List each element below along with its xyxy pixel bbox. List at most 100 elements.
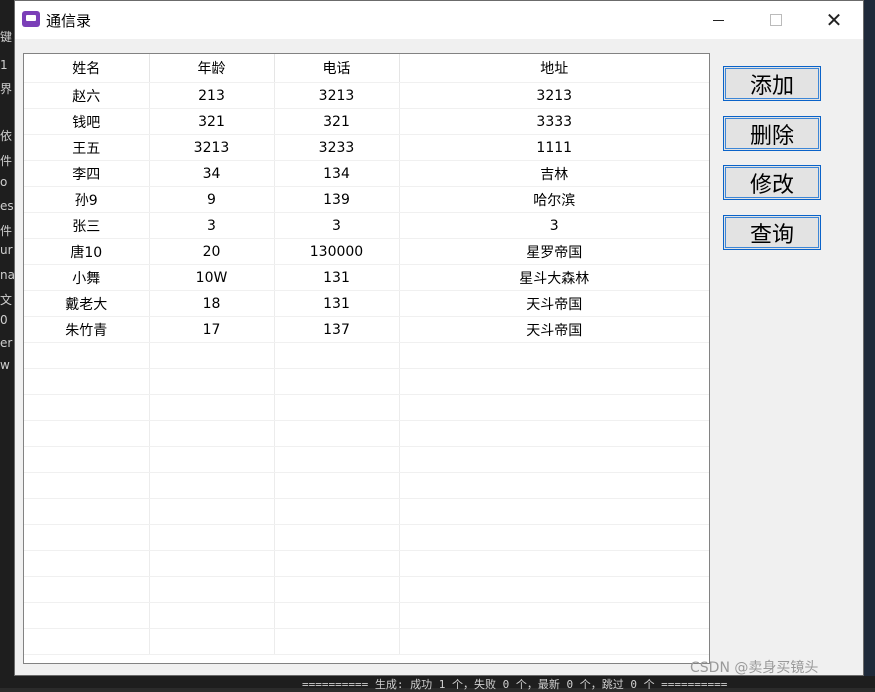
cell-phone[interactable]: 321 (274, 108, 400, 135)
cell-name[interactable]: 李四 (24, 160, 150, 187)
empty-cell[interactable] (24, 576, 150, 603)
empty-cell[interactable] (24, 498, 150, 525)
cell-address[interactable]: 吉林 (399, 160, 709, 187)
empty-cell[interactable] (274, 368, 400, 395)
empty-cell[interactable] (274, 342, 400, 369)
empty-cell[interactable] (274, 628, 400, 655)
cell-phone[interactable]: 131 (274, 290, 400, 317)
empty-table-row[interactable] (24, 576, 709, 603)
empty-cell[interactable] (399, 576, 709, 603)
empty-cell[interactable] (399, 524, 709, 551)
cell-phone[interactable]: 130000 (274, 238, 400, 265)
empty-cell[interactable] (274, 602, 400, 629)
empty-cell[interactable] (399, 368, 709, 395)
title-bar[interactable]: 通信录 ✕ (15, 1, 863, 39)
empty-cell[interactable] (274, 550, 400, 577)
cell-age[interactable]: 3 (149, 212, 275, 239)
cell-address[interactable]: 天斗帝国 (399, 316, 709, 343)
table-row[interactable]: 钱吧 321 321 3333 (24, 108, 709, 135)
empty-cell[interactable] (149, 576, 275, 603)
cell-age[interactable]: 213 (149, 82, 275, 109)
empty-table-row[interactable] (24, 368, 709, 395)
empty-cell[interactable] (149, 446, 275, 473)
empty-cell[interactable] (24, 524, 150, 551)
cell-age[interactable]: 17 (149, 316, 275, 343)
empty-cell[interactable] (24, 550, 150, 577)
empty-cell[interactable] (149, 628, 275, 655)
cell-age[interactable]: 34 (149, 160, 275, 187)
cell-age[interactable]: 10W (149, 264, 275, 291)
cell-address[interactable]: 3 (399, 212, 709, 239)
empty-cell[interactable] (399, 550, 709, 577)
cell-name[interactable]: 戴老大 (24, 290, 150, 317)
table-row[interactable]: 小舞 10W 131 星斗大森林 (24, 264, 709, 291)
close-button[interactable]: ✕ (811, 1, 857, 39)
empty-table-row[interactable] (24, 420, 709, 447)
table-row[interactable]: 朱竹青 17 137 天斗帝国 (24, 316, 709, 343)
empty-cell[interactable] (24, 602, 150, 629)
empty-cell[interactable] (149, 394, 275, 421)
cell-phone[interactable]: 3233 (274, 134, 400, 161)
empty-table-row[interactable] (24, 602, 709, 629)
cell-address[interactable]: 3333 (399, 108, 709, 135)
empty-cell[interactable] (274, 498, 400, 525)
cell-address[interactable]: 1111 (399, 134, 709, 161)
empty-cell[interactable] (399, 628, 709, 655)
empty-cell[interactable] (399, 420, 709, 447)
empty-cell[interactable] (274, 446, 400, 473)
empty-cell[interactable] (149, 524, 275, 551)
empty-table-row[interactable] (24, 550, 709, 577)
empty-table-row[interactable] (24, 446, 709, 473)
cell-phone[interactable]: 3213 (274, 82, 400, 109)
empty-cell[interactable] (274, 420, 400, 447)
empty-cell[interactable] (399, 342, 709, 369)
cell-phone[interactable]: 134 (274, 160, 400, 187)
empty-cell[interactable] (149, 342, 275, 369)
cell-address[interactable]: 天斗帝国 (399, 290, 709, 317)
cell-phone[interactable]: 137 (274, 316, 400, 343)
empty-cell[interactable] (24, 446, 150, 473)
table-row[interactable]: 赵六 213 3213 3213 (24, 82, 709, 109)
empty-cell[interactable] (274, 472, 400, 499)
cell-name[interactable]: 唐10 (24, 238, 150, 265)
table-row[interactable]: 张三 3 3 3 (24, 212, 709, 239)
cell-address[interactable]: 星斗大森林 (399, 264, 709, 291)
empty-cell[interactable] (149, 550, 275, 577)
contacts-table[interactable]: 姓名 年龄 电话 地址 赵六 213 3213 3213 钱吧 321 321 3333 王五 3… (23, 53, 710, 664)
add-button[interactable]: 添加 (723, 66, 821, 101)
table-row[interactable]: 戴老大 18 131 天斗帝国 (24, 290, 709, 317)
cell-phone[interactable]: 139 (274, 186, 400, 213)
cell-age[interactable]: 18 (149, 290, 275, 317)
empty-cell[interactable] (149, 368, 275, 395)
table-row[interactable]: 孙9 9 139 哈尔滨 (24, 186, 709, 213)
empty-table-row[interactable] (24, 524, 709, 551)
minimize-button[interactable] (695, 1, 741, 39)
empty-cell[interactable] (24, 420, 150, 447)
table-row[interactable]: 王五 3213 3233 1111 (24, 134, 709, 161)
cell-age[interactable]: 20 (149, 238, 275, 265)
empty-cell[interactable] (24, 368, 150, 395)
delete-button[interactable]: 删除 (723, 116, 821, 151)
modify-button[interactable]: 修改 (723, 165, 821, 200)
cell-address[interactable]: 哈尔滨 (399, 186, 709, 213)
query-button[interactable]: 查询 (723, 215, 821, 250)
empty-table-row[interactable] (24, 472, 709, 499)
cell-name[interactable]: 小舞 (24, 264, 150, 291)
empty-cell[interactable] (24, 342, 150, 369)
empty-cell[interactable] (399, 498, 709, 525)
cell-phone[interactable]: 131 (274, 264, 400, 291)
empty-table-row[interactable] (24, 342, 709, 369)
cell-age[interactable]: 321 (149, 108, 275, 135)
empty-table-row[interactable] (24, 628, 709, 655)
column-header-name[interactable]: 姓名 (24, 54, 150, 83)
cell-age[interactable]: 3213 (149, 134, 275, 161)
cell-address[interactable]: 3213 (399, 82, 709, 109)
empty-cell[interactable] (149, 420, 275, 447)
cell-name[interactable]: 张三 (24, 212, 150, 239)
cell-name[interactable]: 赵六 (24, 82, 150, 109)
empty-cell[interactable] (24, 394, 150, 421)
column-header-phone[interactable]: 电话 (274, 54, 400, 83)
empty-cell[interactable] (274, 394, 400, 421)
empty-table-row[interactable] (24, 498, 709, 525)
table-row[interactable]: 李四 34 134 吉林 (24, 160, 709, 187)
